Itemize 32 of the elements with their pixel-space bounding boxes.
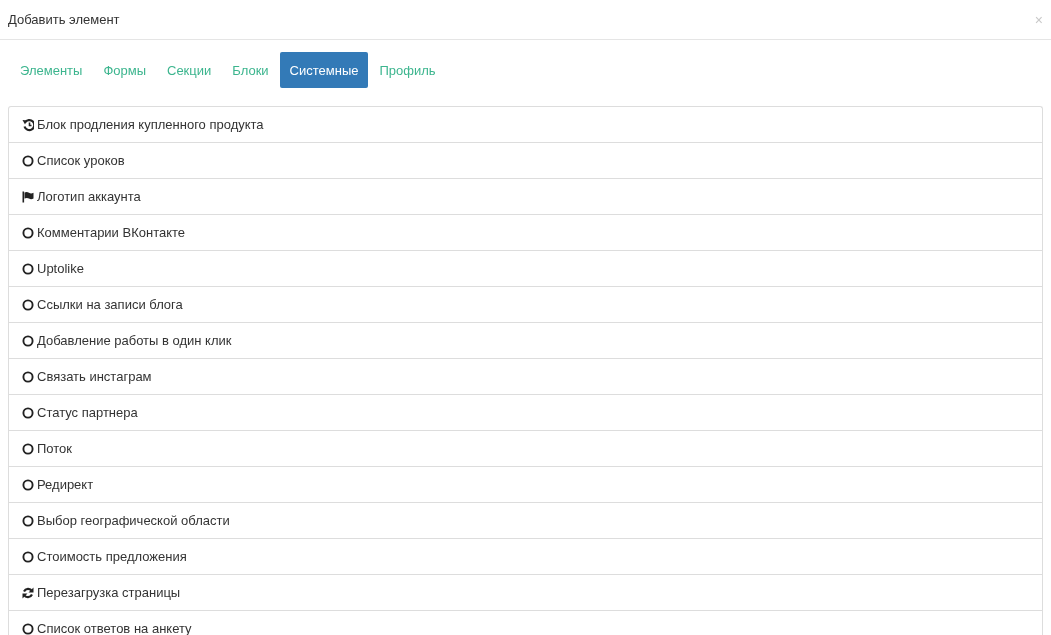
circle-icon	[22, 477, 34, 492]
list-item[interactable]: Стоимость предложения	[9, 539, 1042, 575]
list-item[interactable]: Список ответов на анкету	[9, 611, 1042, 635]
circle-icon	[22, 369, 34, 384]
list-item[interactable]: Ссылки на записи блога	[9, 287, 1042, 323]
circle-icon	[22, 621, 34, 635]
circle-icon	[22, 441, 34, 456]
circle-icon	[22, 261, 34, 276]
dialog-title: Добавить элемент	[8, 12, 120, 27]
circle-icon	[22, 405, 34, 420]
list-item[interactable]: Блок продления купленного продукта	[9, 107, 1042, 143]
refresh-icon	[22, 585, 34, 600]
list-item[interactable]: Перезагрузка страницы	[9, 575, 1042, 611]
list-item[interactable]: Комментарии ВКонтакте	[9, 215, 1042, 251]
tab[interactable]: Системные	[279, 52, 369, 88]
history-icon	[22, 117, 34, 132]
list-item[interactable]: Uptolike	[9, 251, 1042, 287]
circle-icon	[22, 153, 34, 168]
list-item[interactable]: Добавление работы в один клик	[9, 323, 1042, 359]
list-item[interactable]: Поток	[9, 431, 1042, 467]
list-item[interactable]: Список уроков	[9, 143, 1042, 179]
flag-icon	[22, 189, 34, 204]
list-item[interactable]: Статус партнера	[9, 395, 1042, 431]
circle-icon	[22, 513, 34, 528]
list-item[interactable]: Выбор географической области	[9, 503, 1042, 539]
list-item[interactable]: Логотип аккаунта	[9, 179, 1042, 215]
circle-icon	[22, 333, 34, 348]
list-item[interactable]: Связать инстаграм	[9, 359, 1042, 395]
circle-icon	[22, 549, 34, 564]
list-item[interactable]: Редирект	[9, 467, 1042, 503]
circle-icon	[22, 225, 34, 240]
circle-icon	[22, 297, 34, 312]
